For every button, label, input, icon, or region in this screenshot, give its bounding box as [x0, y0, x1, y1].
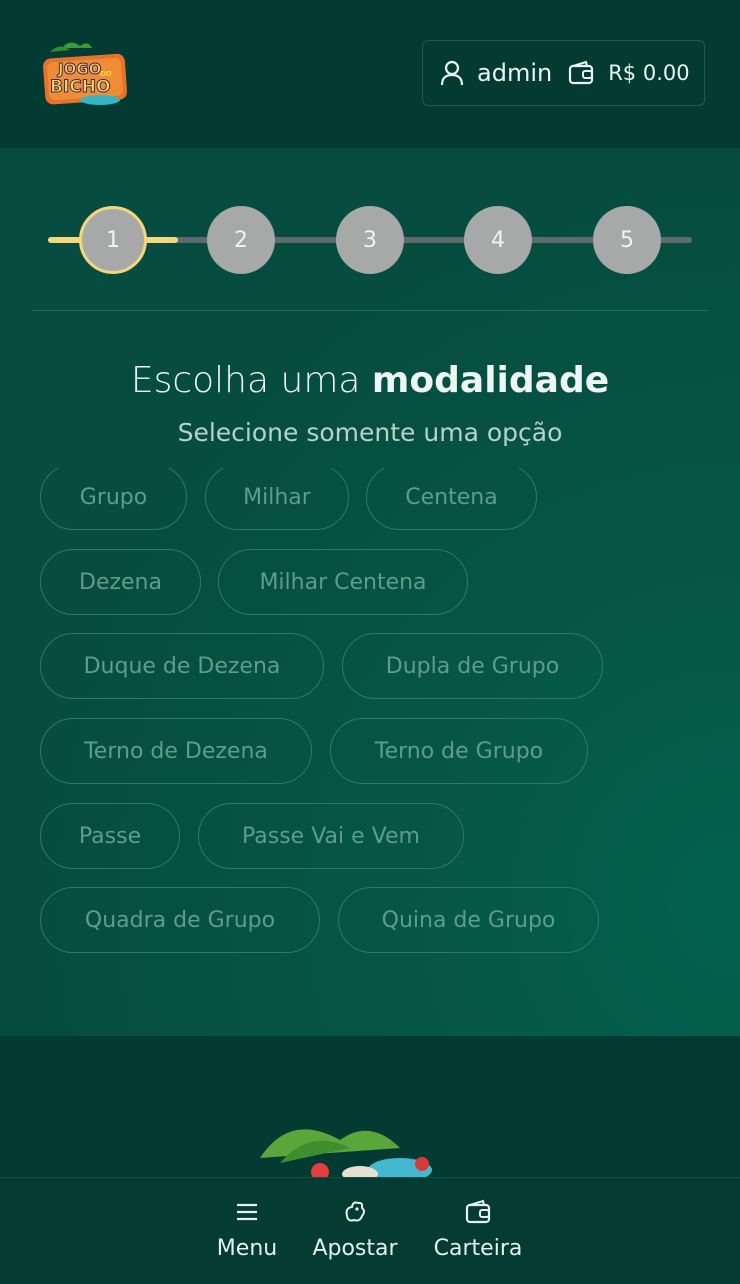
bottom-nav: Menu Apostar Carteira [0, 1177, 740, 1284]
option-dupla-de-grupo[interactable]: Dupla de Grupo [342, 633, 603, 699]
account-box[interactable]: admin R$ 0.00 [422, 40, 705, 106]
option-duque-de-dezena[interactable]: Duque de Dezena [40, 633, 324, 699]
step-2[interactable]: 2 [207, 206, 275, 274]
animal-icon [345, 1201, 365, 1222]
svg-text:JOGO: JOGO [57, 60, 101, 78]
nav-menu-label: Menu [216, 1236, 278, 1261]
option-milhar[interactable]: Milhar [205, 468, 349, 530]
nav-carteira[interactable]: Carteira [431, 1198, 525, 1261]
svg-text:BICHO: BICHO [50, 77, 110, 97]
nav-apostar[interactable]: Apostar [308, 1198, 402, 1261]
wallet-balance[interactable]: R$ 0.00 [608, 61, 689, 85]
nav-carteira-label: Carteira [433, 1236, 523, 1261]
nav-menu[interactable]: Menu [215, 1198, 279, 1261]
option-grupo[interactable]: Grupo [40, 468, 187, 530]
option-terno-de-dezena[interactable]: Terno de Dezena [40, 718, 312, 784]
option-passe-vai-e-vem[interactable]: Passe Vai e Vem [198, 803, 464, 869]
option-dezena[interactable]: Dezena [40, 549, 201, 615]
header: JOGO DO BICHO admin R$ 0.00 [0, 0, 740, 148]
section-subtitle: Selecione somente uma opção [177, 418, 563, 447]
option-centena[interactable]: Centena [366, 468, 537, 530]
step-4[interactable]: 4 [464, 206, 532, 274]
wallet-icon [465, 1199, 491, 1224]
option-passe[interactable]: Passe [40, 803, 180, 869]
section-title: Escolha uma modalidade [130, 360, 610, 401]
wallet-icon [569, 60, 594, 85]
modalidade-options: Grupo Milhar Centena Dezena Milhar Cente… [0, 468, 740, 968]
divider [32, 310, 708, 311]
option-quadra-de-grupo[interactable]: Quadra de Grupo [40, 887, 320, 953]
option-milhar-centena[interactable]: Milhar Centena [218, 549, 468, 615]
option-quina-de-grupo[interactable]: Quina de Grupo [338, 887, 599, 953]
hamburger-menu-icon [237, 1203, 257, 1221]
option-terno-de-grupo[interactable]: Terno de Grupo [330, 718, 588, 784]
user-icon [440, 60, 464, 86]
step-3[interactable]: 3 [336, 206, 404, 274]
step-1[interactable]: 1 [79, 206, 147, 274]
step-5[interactable]: 5 [593, 206, 661, 274]
jogo-do-bicho-logo[interactable]: JOGO DO BICHO [40, 38, 132, 108]
footer-logo-illustration [250, 1118, 440, 1178]
nav-apostar-label: Apostar [312, 1236, 398, 1261]
page: JOGO DO BICHO admin R$ 0.00 1 2 3 4 5 Es… [0, 0, 740, 1284]
username[interactable]: admin [477, 59, 552, 87]
